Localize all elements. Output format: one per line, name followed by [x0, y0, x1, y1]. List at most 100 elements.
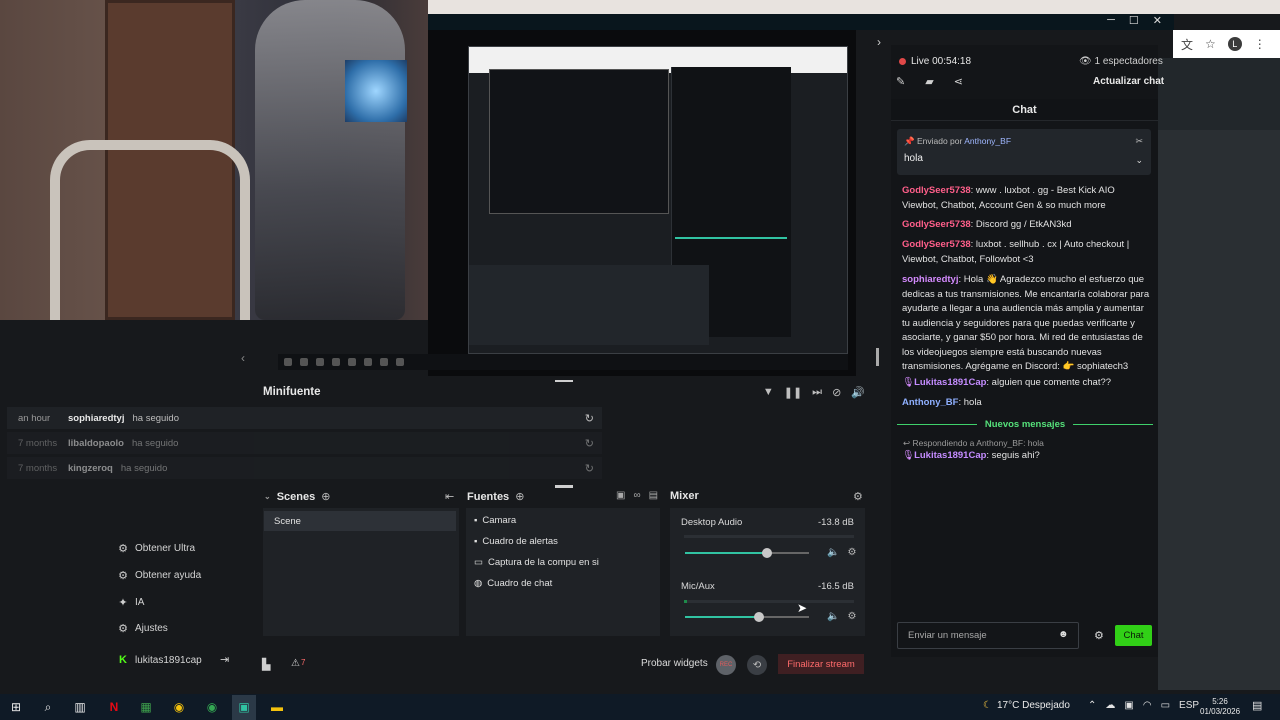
- volume-slider[interactable]: [685, 612, 809, 622]
- folder-icon[interactable]: ▤: [649, 490, 658, 501]
- source-item[interactable]: ▪ Cuadro de alertas: [474, 536, 558, 547]
- logout-icon[interactable]: ⇥: [220, 653, 229, 666]
- volume-slider-knob[interactable]: [761, 548, 772, 558]
- chat-username[interactable]: Anthony_BF: [902, 397, 958, 408]
- pinned-message[interactable]: 📌 Enviado por Anthony_BF hola ✂ ⌄: [897, 129, 1151, 175]
- nav-obtener-ayuda[interactable]: ⚙ Obtener ayuda: [117, 569, 201, 582]
- nav-ia[interactable]: ✦ IA: [117, 596, 144, 609]
- chevron-down-icon[interactable]: ⌄: [264, 492, 271, 501]
- chevron-up-icon[interactable]: ⌃: [1088, 700, 1096, 711]
- speaker-icon[interactable]: 🔈: [827, 547, 839, 558]
- scenes-header: ⌄ Scenes ⊕: [264, 490, 330, 504]
- warnings-indicator[interactable]: ⚠ 7: [291, 658, 305, 669]
- battery-icon[interactable]: ▭: [1161, 700, 1170, 711]
- performance-icon[interactable]: ▙: [262, 658, 270, 671]
- windows-start-icon[interactable]: ⊞: [8, 699, 24, 715]
- replay-buffer-icon[interactable]: ⟲: [747, 655, 767, 675]
- nav-obtener-ultra[interactable]: ⚙ Obtener Ultra: [117, 542, 195, 555]
- volume-icon[interactable]: 🔊: [851, 386, 865, 399]
- event-time: an hour: [18, 412, 51, 424]
- chat-send-button[interactable]: Chat: [1115, 625, 1152, 646]
- source-item[interactable]: ▪ Camara: [474, 515, 516, 526]
- chat-settings-icon[interactable]: ⚙: [1094, 629, 1104, 642]
- mixer-channel-tools: 🔈 ⚙: [827, 547, 856, 558]
- close-icon[interactable]: ✕: [1153, 14, 1162, 27]
- app-titlebar: [426, 14, 1174, 30]
- source-item[interactable]: ▭ Captura de la compu en si: [474, 557, 599, 568]
- minifuente-title: Minifuente: [263, 386, 321, 398]
- chat-username[interactable]: GodlySeer5738: [902, 185, 971, 196]
- pause-icon[interactable]: ❚❚: [784, 386, 802, 399]
- clock-date: 01/03/2026: [1200, 707, 1241, 716]
- skip-icon[interactable]: ⏭: [812, 386, 822, 399]
- wifi-icon[interactable]: ◠: [1143, 700, 1152, 711]
- edit-icon[interactable]: ✎: [896, 75, 905, 88]
- new-messages-divider[interactable]: Nuevos mensajes: [897, 418, 1154, 430]
- panel-drag-handle[interactable]: [555, 485, 573, 488]
- netflix-icon[interactable]: N: [106, 699, 122, 715]
- app-tray-icon[interactable]: ▣: [1124, 700, 1133, 711]
- chat-username[interactable]: Lukitas1891Cap: [914, 377, 986, 388]
- emoji-icon[interactable]: ☻: [1058, 629, 1069, 640]
- file-explorer-icon[interactable]: ▬: [269, 699, 285, 715]
- language-indicator[interactable]: ESP: [1179, 700, 1199, 711]
- chat-message-input[interactable]: [898, 623, 1048, 648]
- pinned-by: 📌 Enviado por Anthony_BF: [904, 136, 1011, 147]
- browser-page: [1158, 130, 1280, 690]
- minimize-icon[interactable]: ─: [1107, 14, 1115, 27]
- refresh-chat-button[interactable]: Actualizar chat: [1093, 76, 1164, 87]
- settings-icon[interactable]: ⚙: [847, 547, 856, 558]
- nav-ajustes[interactable]: ⚙ Ajustes: [117, 622, 168, 635]
- scene-transition-icon[interactable]: ⇤: [445, 490, 454, 503]
- add-source-icon[interactable]: ⊕: [515, 490, 524, 503]
- mixer-gear-icon[interactable]: ⚙: [853, 490, 863, 503]
- resize-handle[interactable]: [876, 348, 879, 366]
- pinned-author: Anthony_BF: [964, 136, 1012, 146]
- collapse-right-icon[interactable]: ›: [877, 35, 881, 49]
- maximize-icon[interactable]: ☐: [1129, 14, 1139, 27]
- chat-username[interactable]: GodlySeer5738: [902, 219, 971, 230]
- add-scene-icon[interactable]: ⊕: [321, 490, 330, 503]
- onedrive-icon[interactable]: ☁: [1105, 700, 1115, 711]
- profile-avatar[interactable]: L: [1227, 37, 1242, 51]
- more-icon[interactable]: ⋮: [1254, 37, 1266, 51]
- camera-icon[interactable]: ▰: [925, 75, 933, 88]
- chat-username[interactable]: GodlySeer5738: [902, 239, 971, 250]
- star-icon[interactable]: ☆: [1205, 37, 1216, 51]
- chat-username[interactable]: sophiaredtyj: [902, 274, 959, 285]
- nav-user[interactable]: K lukitas1891cap: [117, 654, 202, 666]
- replay-icon[interactable]: ↻: [585, 412, 594, 425]
- collapse-left-icon[interactable]: ‹: [241, 351, 245, 365]
- chat-input-box[interactable]: [897, 622, 1079, 649]
- chrome-icon[interactable]: ◉: [171, 699, 187, 715]
- replay-icon[interactable]: ↻: [585, 462, 594, 475]
- source-item[interactable]: ◍ Cuadro de chat: [474, 578, 552, 589]
- event-time: 7 months: [18, 462, 58, 474]
- scene-item[interactable]: Scene: [264, 511, 456, 531]
- chrome-profile-icon[interactable]: ◉: [204, 699, 220, 715]
- link-icon[interactable]: ∞: [633, 490, 640, 501]
- unpin-icon[interactable]: ✂: [1135, 136, 1143, 147]
- test-widgets-button[interactable]: Probar widgets: [641, 658, 708, 669]
- replay-icon[interactable]: ↻: [585, 437, 594, 450]
- task-view-icon[interactable]: ▥: [72, 699, 88, 715]
- record-button[interactable]: REC: [716, 655, 736, 675]
- filter-icon[interactable]: ▼: [763, 386, 774, 399]
- speaker-icon[interactable]: 🔈: [827, 611, 839, 622]
- clock[interactable]: 5:26 01/03/2026: [1200, 697, 1240, 717]
- mute-alerts-icon[interactable]: ⊘: [832, 386, 841, 399]
- settings-icon[interactable]: ⚙: [847, 611, 856, 622]
- search-icon[interactable]: ⌕: [40, 699, 56, 715]
- divider-line: [897, 423, 977, 425]
- chevron-down-icon[interactable]: ⌄: [1135, 155, 1143, 166]
- folder-add-icon[interactable]: ▣: [616, 490, 625, 501]
- end-stream-button[interactable]: Finalizar stream: [778, 654, 864, 674]
- spreadsheet-icon[interactable]: ▦: [138, 699, 154, 715]
- notification-icon[interactable]: ▤: [1252, 699, 1262, 712]
- weather-widget[interactable]: ☾ 17°C Despejado: [983, 700, 1070, 711]
- translate-icon[interactable]: 文: [1181, 36, 1193, 53]
- streamlabs-icon[interactable]: ▣: [236, 699, 252, 715]
- share-icon[interactable]: ⋖: [954, 75, 963, 88]
- chat-username[interactable]: Lukitas1891Cap: [914, 450, 986, 461]
- volume-slider[interactable]: [685, 548, 809, 558]
